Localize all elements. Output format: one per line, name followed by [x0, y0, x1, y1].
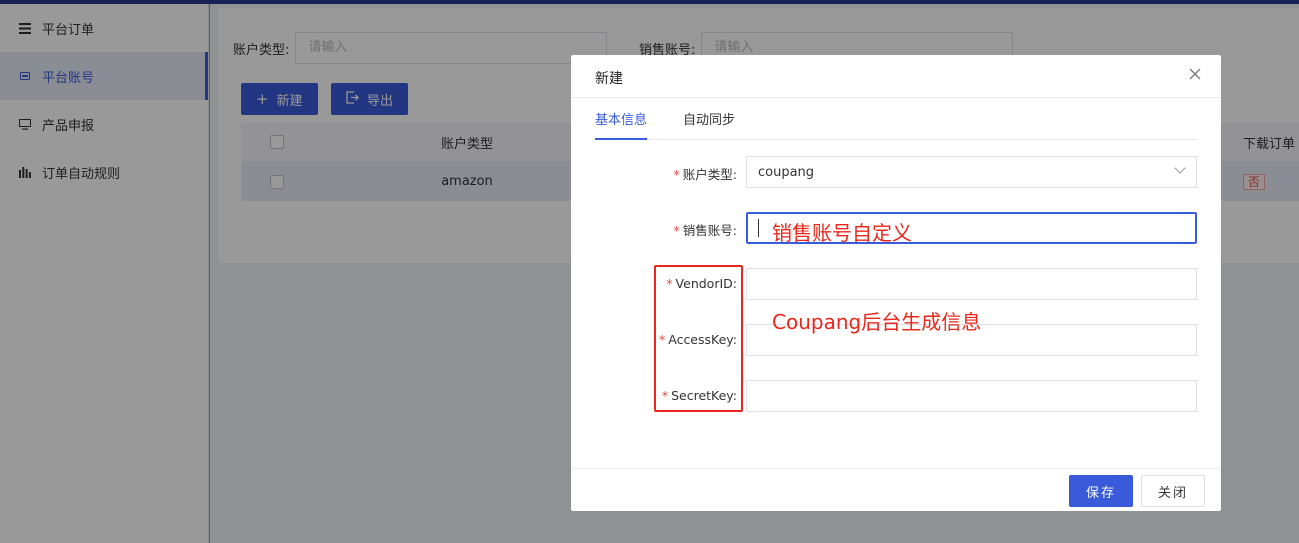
form-row-account-type: * 账户类型: coupang: [571, 156, 1221, 188]
dialog-header: 新建: [571, 55, 1221, 98]
vendor-id-input[interactable]: [746, 268, 1197, 300]
field-label: * 销售账号:: [673, 223, 737, 238]
close-icon[interactable]: [1189, 65, 1201, 85]
chevron-down-icon: [1174, 162, 1186, 174]
save-button[interactable]: 保存: [1069, 475, 1133, 507]
dialog-tabs: 基本信息 自动同步: [595, 98, 1197, 140]
field-label: * 账户类型:: [673, 167, 737, 182]
sales-account-annotation: 销售账号自定义: [772, 221, 912, 245]
tab-basic-info[interactable]: 基本信息: [595, 109, 648, 140]
coupang-annotation: Coupang后台生成信息: [772, 310, 982, 334]
account-type-value: coupang: [758, 165, 815, 180]
close-button[interactable]: 关闭: [1141, 475, 1205, 507]
annotation-highlight-box: [654, 265, 743, 412]
dialog-footer: 保存 关闭: [571, 468, 1221, 511]
secret-key-input[interactable]: [746, 380, 1197, 412]
dialog-title: 新建: [595, 71, 623, 87]
tab-auto-sync[interactable]: 自动同步: [683, 109, 735, 138]
new-account-dialog: 新建 基本信息 自动同步 * 账户类型: coupang * 销售账号: * Vend…: [571, 55, 1221, 511]
text-cursor: [758, 219, 759, 237]
account-type-select[interactable]: coupang: [746, 156, 1197, 188]
